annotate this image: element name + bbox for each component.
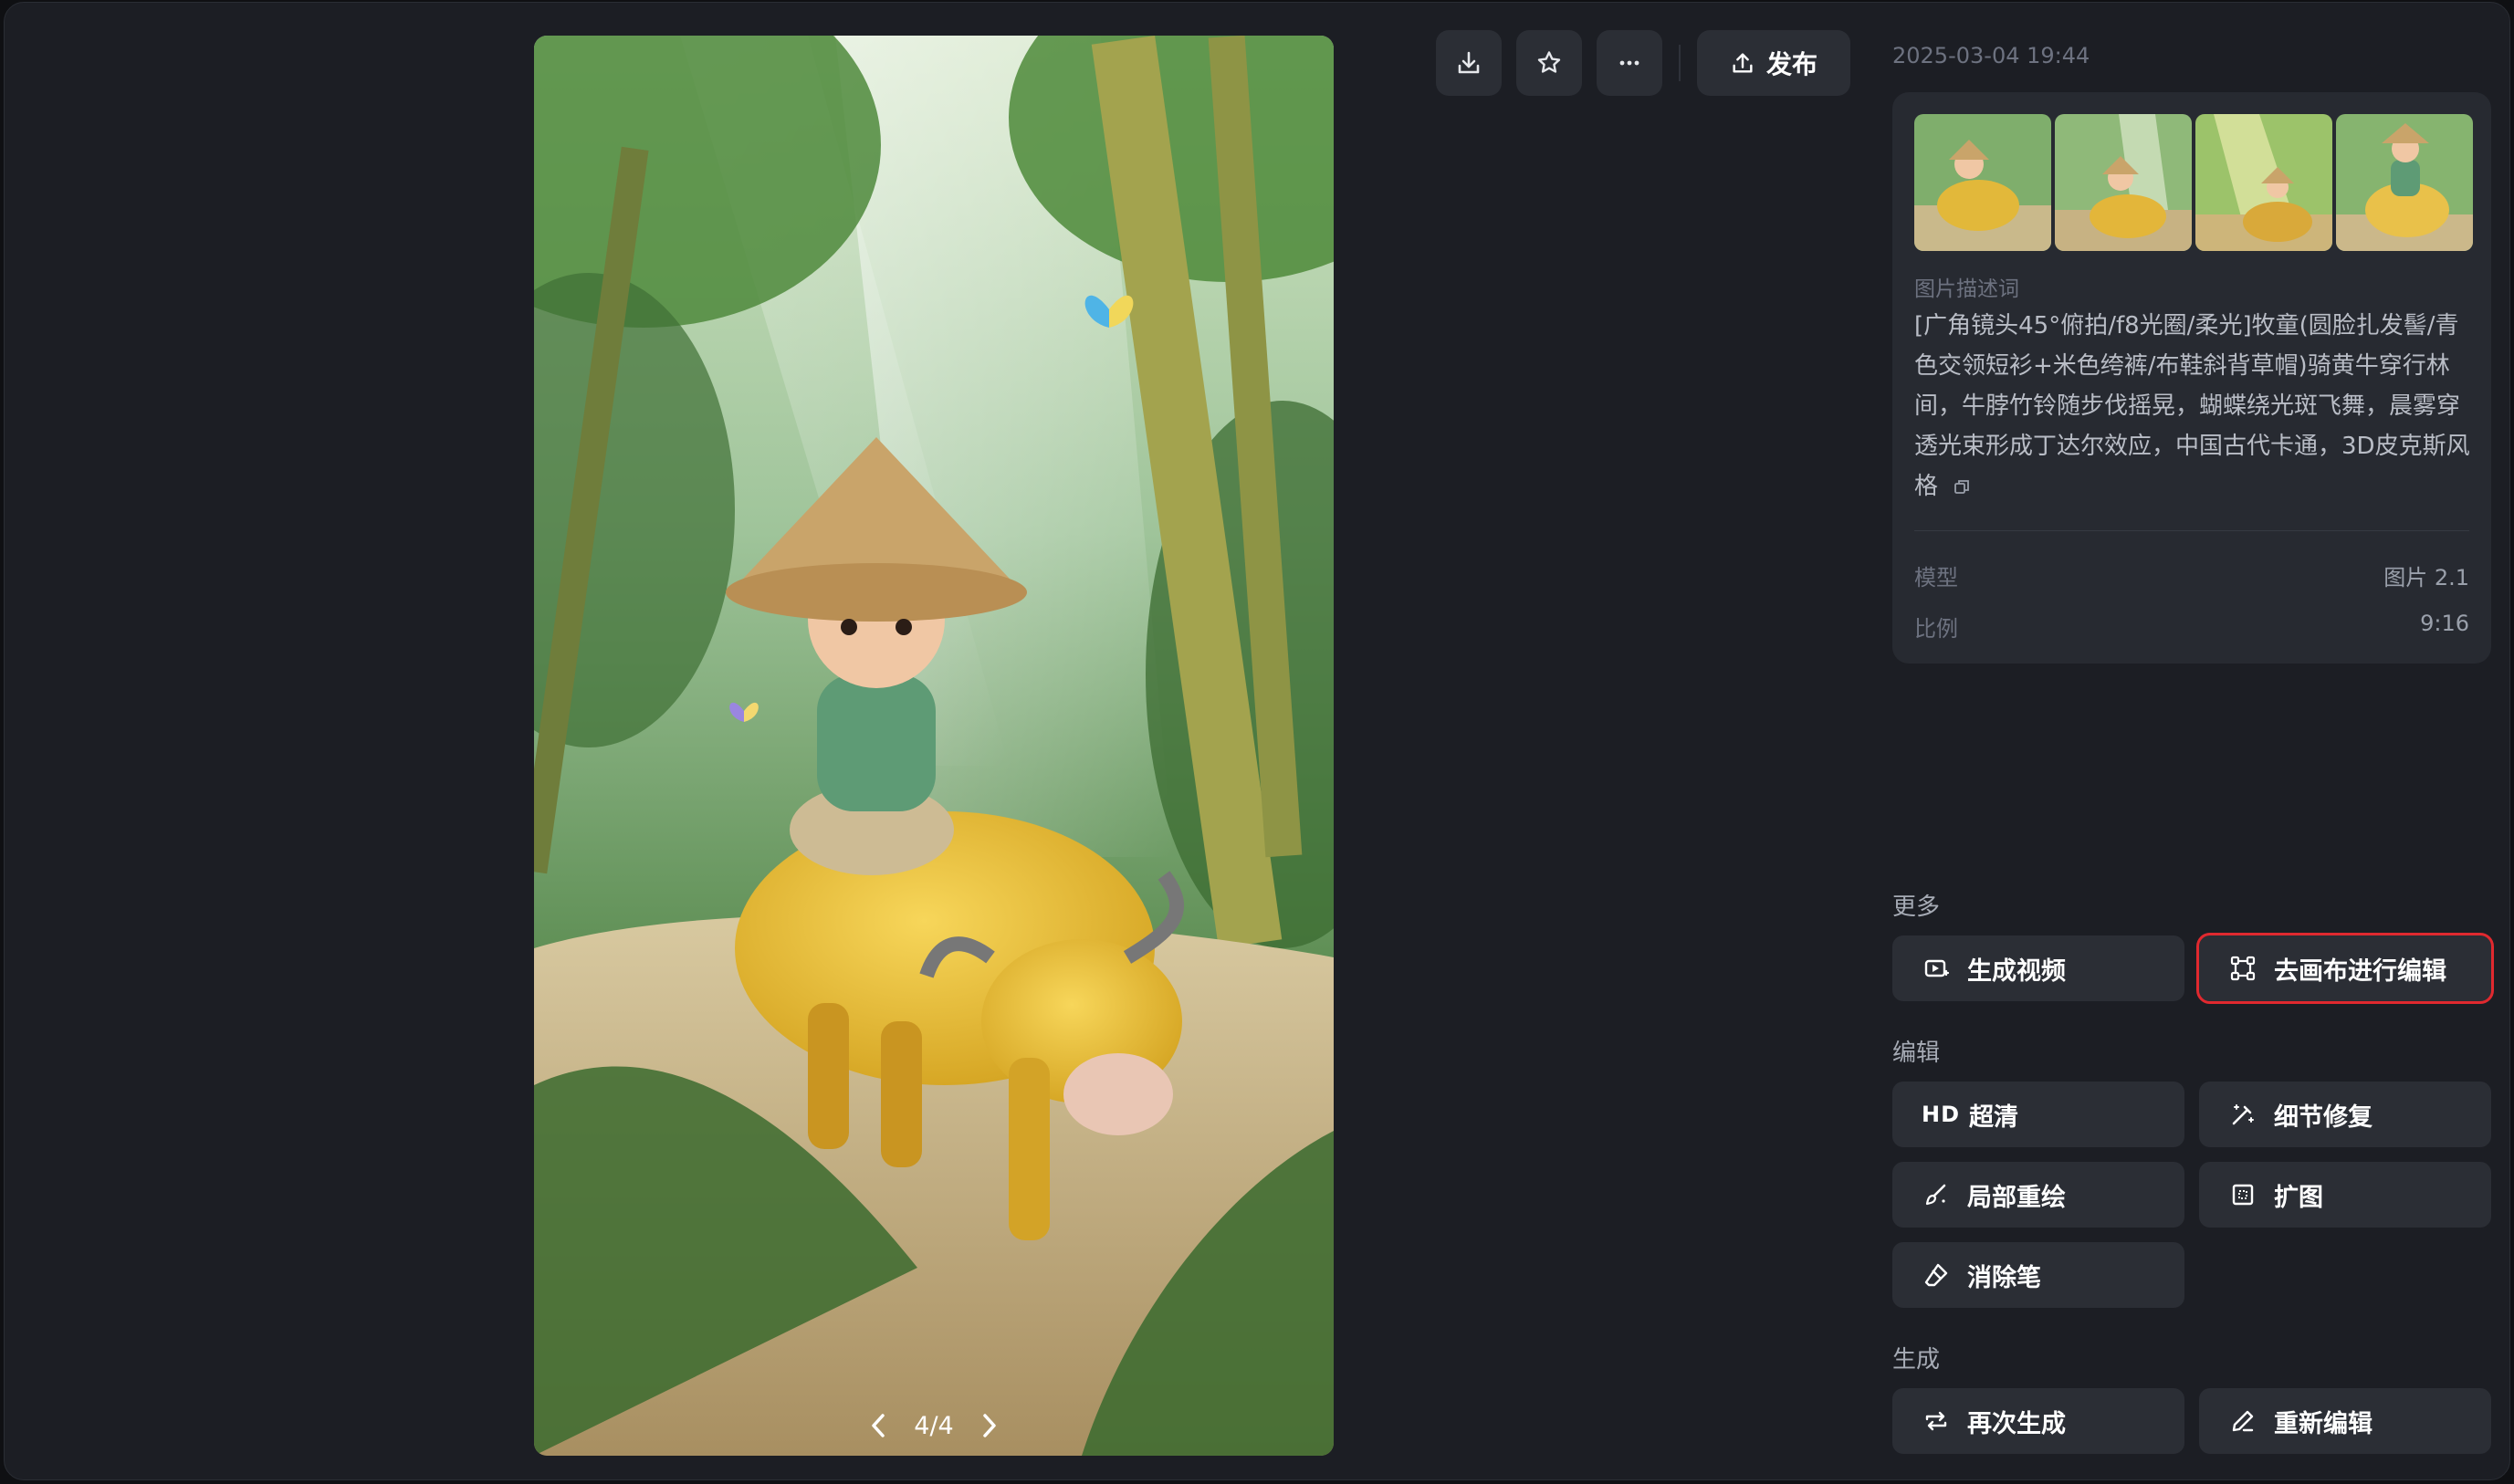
- brush-icon: [1922, 1180, 1951, 1209]
- image-toolbar: 发布: [1436, 30, 1851, 96]
- eraser-button[interactable]: 消除笔: [1892, 1242, 2184, 1308]
- more-button[interactable]: [1597, 30, 1662, 96]
- section-title-generate: 生成: [1892, 1346, 1941, 1374]
- regenerate-label: 再次生成: [1967, 1409, 2066, 1438]
- ratio-label: 比例: [1914, 616, 1958, 642]
- description-label: 图片描述词: [1914, 277, 2019, 301]
- repeat-icon: [1922, 1406, 1951, 1436]
- thumbnail-3[interactable]: [2195, 114, 2332, 251]
- magic-wand-icon: [2228, 1100, 2257, 1129]
- copy-icon[interactable]: [1953, 469, 1971, 509]
- inpaint-label: 局部重绘: [1967, 1183, 2066, 1212]
- ratio-value: 9:16: [2420, 611, 2469, 636]
- more-icon: [1619, 60, 1639, 66]
- detail-fix-label: 细节修复: [2274, 1103, 2373, 1132]
- thumbnail-strip: [1914, 114, 2473, 251]
- section-title-more: 更多: [1892, 894, 1941, 921]
- chevron-left-icon[interactable]: [863, 1410, 894, 1441]
- main-image-viewer[interactable]: 4/4: [534, 36, 1334, 1456]
- thumbnail-2[interactable]: [2055, 114, 2192, 251]
- video-icon: [1922, 954, 1951, 983]
- model-value: 图片 2.1: [2383, 565, 2469, 590]
- timestamp: 2025-03-04 19:44: [1892, 43, 2090, 68]
- upload-icon: [1733, 53, 1753, 73]
- generate-video-button[interactable]: 生成视频: [1892, 935, 2184, 1001]
- image-pager: 4/4: [534, 1405, 1334, 1447]
- expand-icon: [2228, 1180, 2257, 1209]
- download-icon: [1458, 51, 1480, 74]
- description-content: [广角镜头45°俯拍/f8光圈/柔光]牧童(圆脸扎发髻/青色交领短衫+米色绔裤/…: [1914, 312, 2470, 500]
- app-window: 4/4 发布 2025-03-04 19:44 图片描述词 [广角镜头45°俯拍…: [4, 2, 2510, 1480]
- main-image: [534, 36, 1334, 1456]
- star-icon: [1537, 51, 1561, 73]
- publish-button[interactable]: 发布: [1697, 30, 1851, 96]
- thumbnail-1[interactable]: [1914, 114, 2051, 251]
- chevron-right-icon[interactable]: [974, 1410, 1005, 1441]
- publish-label: 发布: [1766, 49, 1818, 79]
- thumbnail-4[interactable]: [2336, 114, 2473, 251]
- model-row: 模型 图片 2.1: [1914, 559, 2469, 591]
- upscale-label: 超清: [1969, 1103, 2018, 1132]
- toolbar-divider: [1679, 45, 1681, 81]
- hd-icon: HD: [1922, 1102, 1961, 1127]
- generate-video-label: 生成视频: [1967, 956, 2066, 986]
- pager-label: 4/4: [914, 1411, 954, 1440]
- download-button[interactable]: [1436, 30, 1502, 96]
- eraser-icon: [1922, 1260, 1951, 1290]
- canvas-edit-label: 去画布进行编辑: [2274, 956, 2446, 986]
- reedit-button[interactable]: 重新编辑: [2199, 1388, 2491, 1454]
- pencil-icon: [2228, 1406, 2257, 1436]
- eraser-label: 消除笔: [1967, 1263, 2041, 1292]
- expand-label: 扩图: [2274, 1183, 2323, 1212]
- ratio-row: 比例 9:16: [1914, 611, 2469, 643]
- detail-fix-button[interactable]: 细节修复: [2199, 1082, 2491, 1147]
- favorite-button[interactable]: [1516, 30, 1582, 96]
- inpaint-button[interactable]: 局部重绘: [1892, 1162, 2184, 1228]
- upscale-button[interactable]: HD 超清: [1892, 1082, 2184, 1147]
- description-text: [广角镜头45°俯拍/f8光圈/柔光]牧童(圆脸扎发髻/青色交领短衫+米色绔裤/…: [1914, 306, 2477, 509]
- info-divider: [1914, 530, 2469, 531]
- canvas-icon: [2228, 954, 2257, 983]
- reedit-label: 重新编辑: [2274, 1409, 2373, 1438]
- regenerate-button[interactable]: 再次生成: [1892, 1388, 2184, 1454]
- info-card: 图片描述词 [广角镜头45°俯拍/f8光圈/柔光]牧童(圆脸扎发髻/青色交领短衫…: [1892, 92, 2491, 664]
- expand-button[interactable]: 扩图: [2199, 1162, 2491, 1228]
- section-title-edit: 编辑: [1892, 1040, 1941, 1067]
- model-label: 模型: [1914, 565, 1958, 590]
- canvas-edit-button[interactable]: 去画布进行编辑: [2196, 933, 2494, 1004]
